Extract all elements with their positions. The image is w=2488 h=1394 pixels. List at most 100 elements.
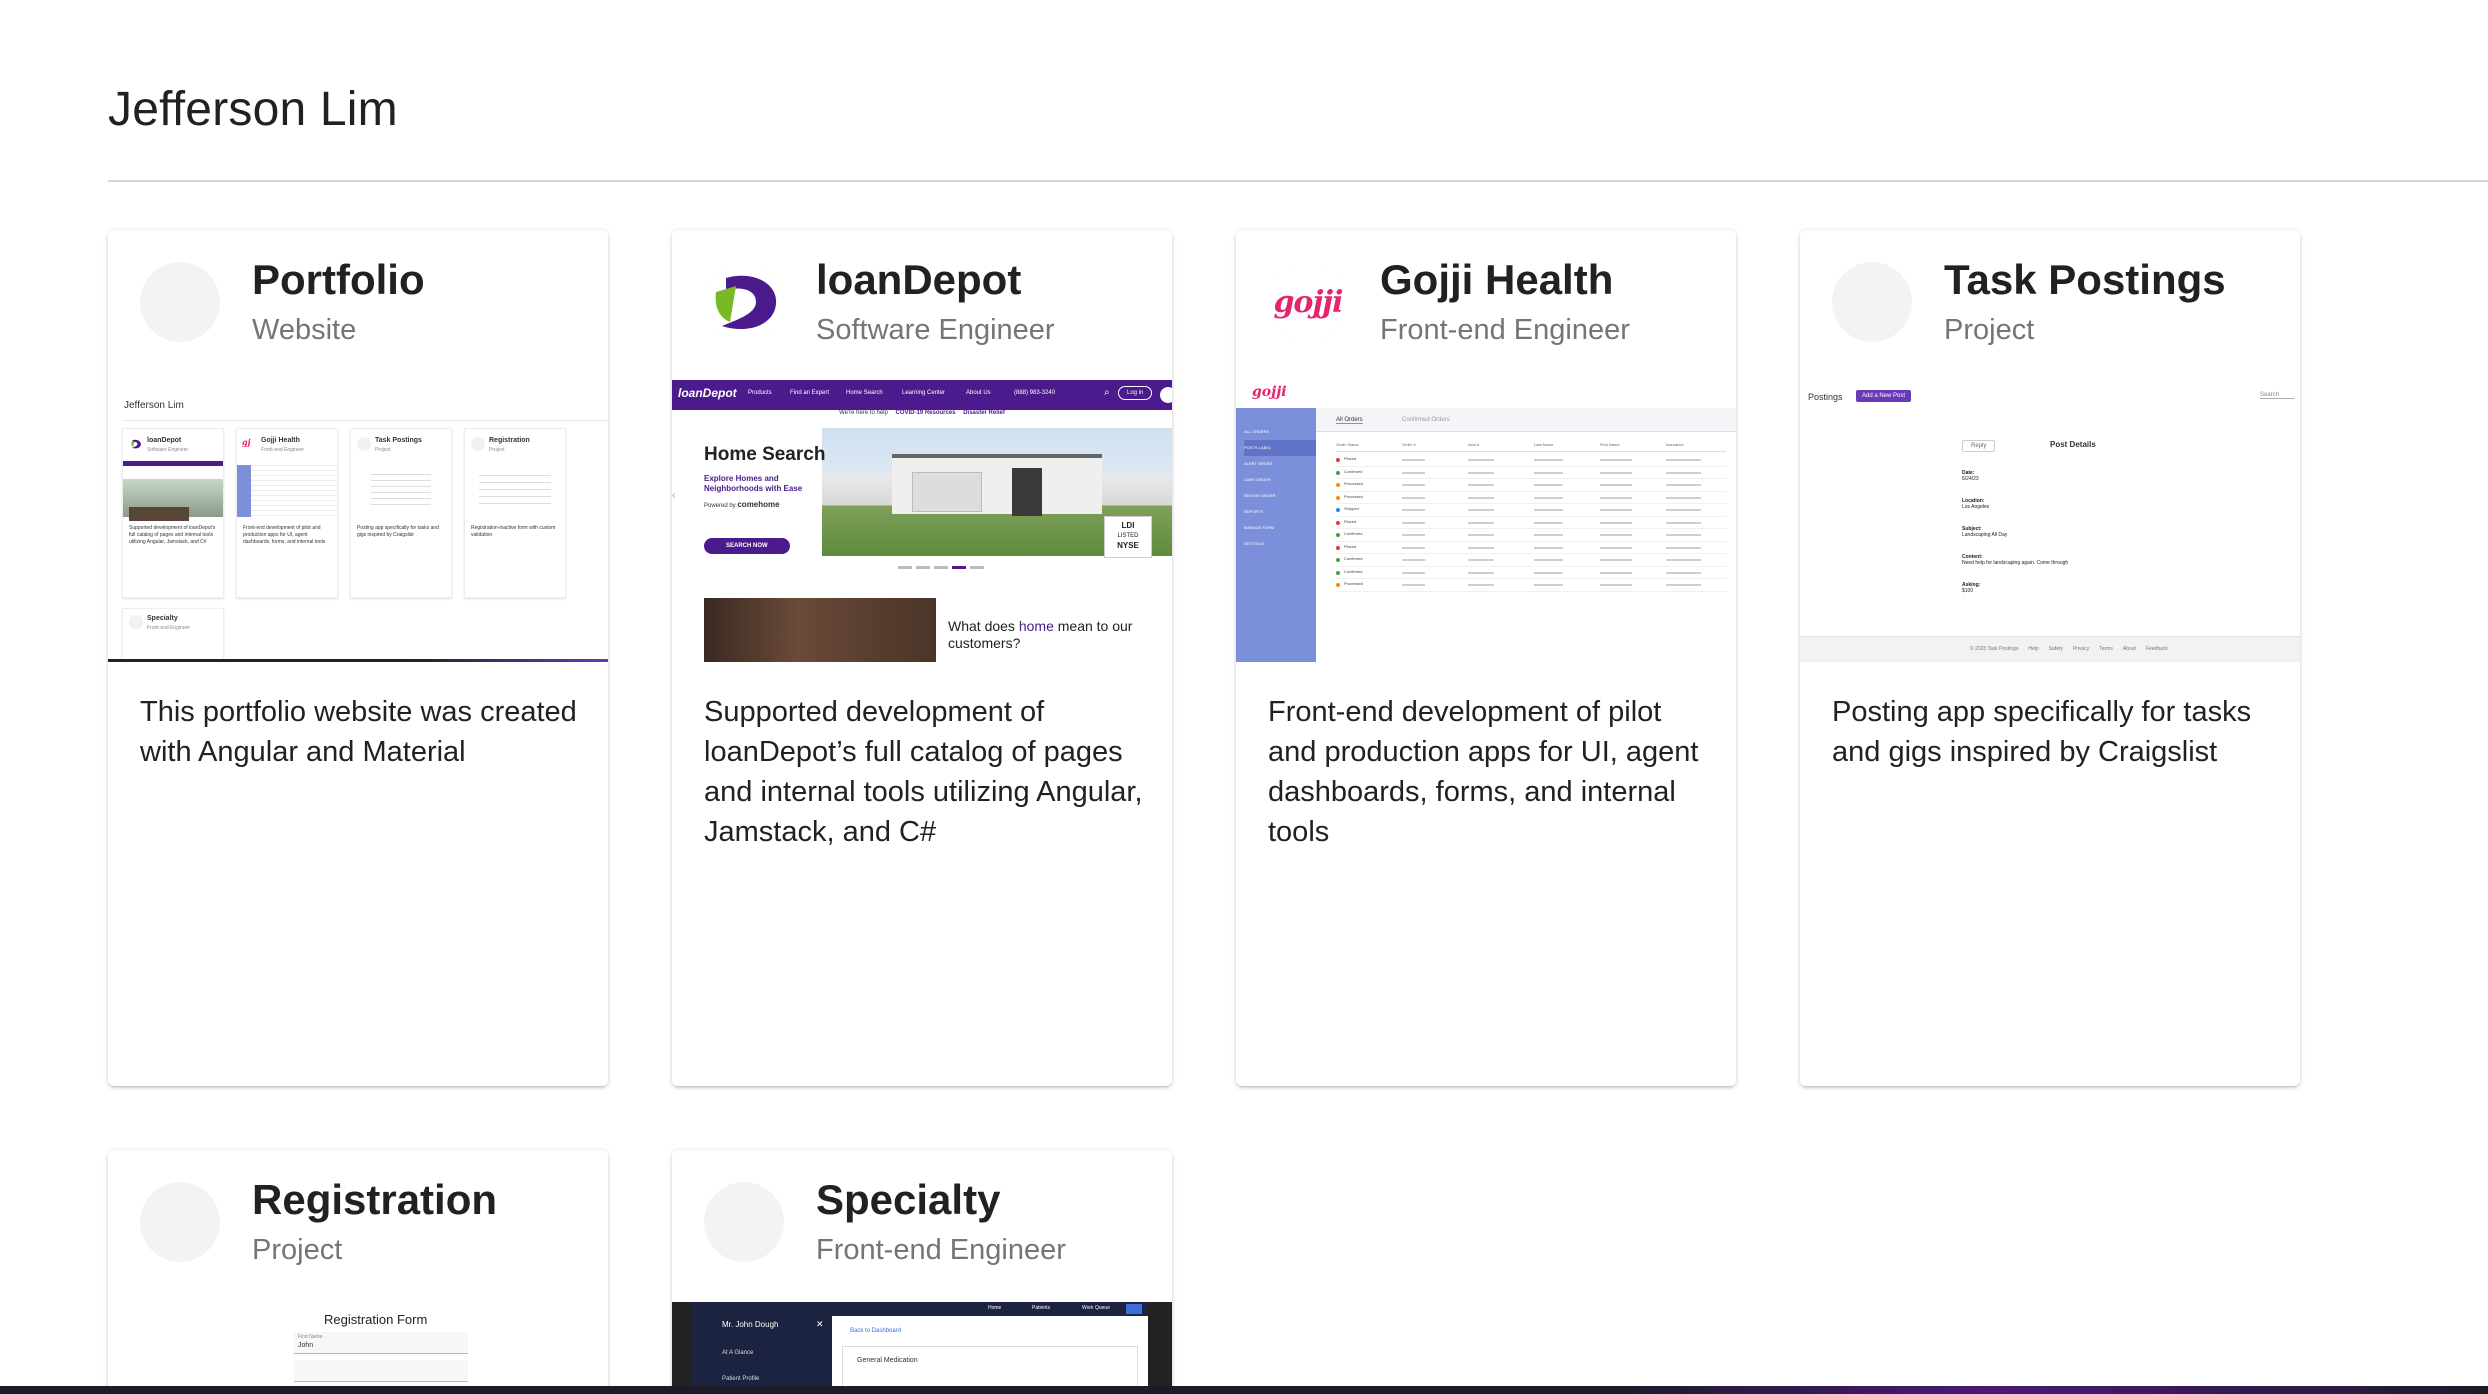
badge-line: NYSE <box>1117 541 1139 550</box>
card-description: Posting app specifically for tasks and g… <box>1832 696 2252 768</box>
card-title: Registration <box>252 1176 498 1223</box>
cell-placeholder <box>1402 584 1425 586</box>
preview-sidebar-items: ALL ORDERS POSTS LABEL ALERT ORDER CARE ORD… <box>1244 424 1316 552</box>
project-card-specialty[interactable]: Specialty Front-end Engineer Mr. John Do… <box>672 1150 1172 1394</box>
cell-placeholder <box>1666 521 1701 524</box>
preview-topbar: Home Patients Work Queue <box>832 1302 1148 1316</box>
footer-link: Terms <box>2099 646 2113 652</box>
badge-line: LDI <box>1121 521 1135 530</box>
top-nav-item: Work Queue <box>1082 1305 1110 1311</box>
card-image-registration-preview: Registration Form First Name John <box>108 1300 608 1394</box>
preview-mini-card: gj Gojji Health Front-end Engineer Front… <box>236 428 338 598</box>
preview-table-row: Placed <box>1336 542 1726 554</box>
preview-content: Back to Dashboard General Medication <box>832 1316 1148 1394</box>
top-nav-item: Patients <box>1032 1305 1051 1311</box>
cell-placeholder <box>1402 484 1425 486</box>
section-title: General Medication <box>857 1357 918 1364</box>
search-icon: ⌕ <box>1104 387 1110 398</box>
home-question-part: What does <box>948 618 1015 634</box>
help-link: Disaster Relief <box>963 410 1005 416</box>
project-card-loandepot[interactable]: loanDepot Software Engineer loanDepot Pr… <box>672 230 1172 1086</box>
cell-placeholder <box>1468 459 1494 461</box>
preview-sidebar-item: CARE ORDER <box>1244 477 1271 482</box>
project-card-registration[interactable]: Registration Project Registration Form F… <box>108 1150 608 1394</box>
project-card-portfolio[interactable]: Portfolio Website Jefferson Lim loanDepo… <box>108 230 608 1086</box>
mini-card-title: Gojji Health <box>261 437 300 444</box>
project-card-gojji-health[interactable]: gojji Gojji Health Front-end Engineer go… <box>1236 230 1736 1086</box>
cell-placeholder <box>1600 559 1632 561</box>
cell-placeholder <box>1666 471 1701 474</box>
preview-login: Log in <box>1118 386 1153 400</box>
footer-link: © 2023 Task Postings <box>1970 646 2019 652</box>
preview-tabbar: All Orders Confirmed Orders <box>1316 408 1736 432</box>
mini-card-subtitle: Front-end Engineer <box>147 625 191 631</box>
preview-search: Search <box>2260 392 2294 399</box>
preview-tab: Confirmed Orders <box>1402 417 1450 423</box>
powered-by: Powered by comehome <box>704 500 780 509</box>
status-text: Confirmed <box>1344 531 1363 536</box>
cell-placeholder <box>1666 509 1701 511</box>
cell-placeholder <box>1600 546 1632 549</box>
mini-card-text: Front-end development of pilot and produ… <box>243 525 326 545</box>
preview-nav-item: Home Search <box>846 390 883 396</box>
card-header: Specialty Front-end Engineer <box>672 1150 1172 1300</box>
cell-placeholder <box>1402 559 1425 561</box>
header-divider <box>108 180 2488 182</box>
status-text: Shipped <box>1344 506 1359 511</box>
loandepot-logo <box>704 262 784 342</box>
card-title: Gojji Health <box>1380 256 1614 303</box>
mini-card-image-2 <box>129 507 189 521</box>
card-description: This portfolio website was created with … <box>140 696 577 768</box>
cell-placeholder <box>1402 571 1425 574</box>
status-text: Confirmed <box>1344 568 1363 574</box>
cell-placeholder <box>1402 521 1425 524</box>
preview-mini-card: Task Postings Project Posting app specif… <box>350 428 452 598</box>
cell-placeholder <box>1402 471 1425 474</box>
post-field-value: Los Angeles <box>1962 504 1990 510</box>
mini-card-subtitle: Software Engineer <box>147 447 189 453</box>
cell-placeholder <box>1666 484 1701 486</box>
card-title: Portfolio <box>252 256 425 303</box>
preview-title: Jefferson Lim <box>124 400 184 411</box>
loandepot-preview: loanDepot Products Find an Expert Home S… <box>672 380 1172 662</box>
mini-avatar <box>129 615 143 629</box>
cell-placeholder <box>1468 496 1494 499</box>
card-header: loanDepot Software Engineer <box>672 230 1172 380</box>
mini-card-subtitle: Project <box>489 447 505 453</box>
preview-column-header: Acct # <box>1468 442 1480 447</box>
cell-placeholder <box>1534 534 1563 536</box>
project-card-task-postings[interactable]: Task Postings Project Postings Add a New… <box>1800 230 2300 1086</box>
preview-bottom-bar <box>108 659 608 662</box>
status-text: Placed <box>1344 543 1357 549</box>
preview-dark-panel: Mr. John Dough ✕ At A Glance Patient Pro… <box>692 1302 832 1394</box>
card-description: Front-end development of pilot and produ… <box>1268 696 1699 848</box>
card-header: Task Postings Project <box>1800 230 2300 380</box>
cell-placeholder <box>1534 471 1563 474</box>
cell-placeholder <box>1600 496 1632 499</box>
mini-card-subtitle: Project <box>375 447 391 453</box>
preview-table-row: Shipped <box>1336 504 1726 517</box>
top-nav-accent <box>1126 1304 1142 1314</box>
preview-table-row: Processed <box>1336 492 1726 504</box>
status-text: Confirmed <box>1344 468 1363 474</box>
patient-name: Mr. John Dough <box>722 1320 779 1329</box>
preview-table-row: Placed <box>1336 517 1726 529</box>
preview-table-header: Order Status Order # Acct # Last Name First … <box>1336 440 1726 452</box>
reply-button: Reply <box>1962 440 1996 452</box>
preview-table-rows: Placed Confirmed Processed Processed Shipped… <box>1336 454 1726 592</box>
preview-footer-links: © 2023 Task Postings Help Safety Privacy Ter… <box>1970 646 2178 652</box>
portfolio-preview: Jefferson Lim loanDepot Software Enginee… <box>108 380 608 662</box>
avatar <box>704 1182 784 1262</box>
gojji-preview: gojji ALL ORDERS POSTS LABEL ALERT ORDER CA… <box>1236 380 1736 662</box>
cell-placeholder <box>1534 496 1563 499</box>
back-link: Back to Dashboard <box>850 1328 902 1334</box>
ldi-badge: LDI LISTED NYSE <box>1104 516 1152 558</box>
mini-card-title: Specialty <box>147 615 178 622</box>
cell-placeholder <box>1402 459 1425 461</box>
card-image-portfolio-preview: Jefferson Lim loanDepot Software Enginee… <box>108 380 608 662</box>
status-text: Placed <box>1344 456 1357 461</box>
avatar <box>140 262 220 342</box>
preview-table-row: Confirmed <box>1336 554 1726 567</box>
cell-placeholder <box>1534 509 1563 511</box>
preview-mini-card: Specialty Front-end Engineer <box>122 608 224 662</box>
